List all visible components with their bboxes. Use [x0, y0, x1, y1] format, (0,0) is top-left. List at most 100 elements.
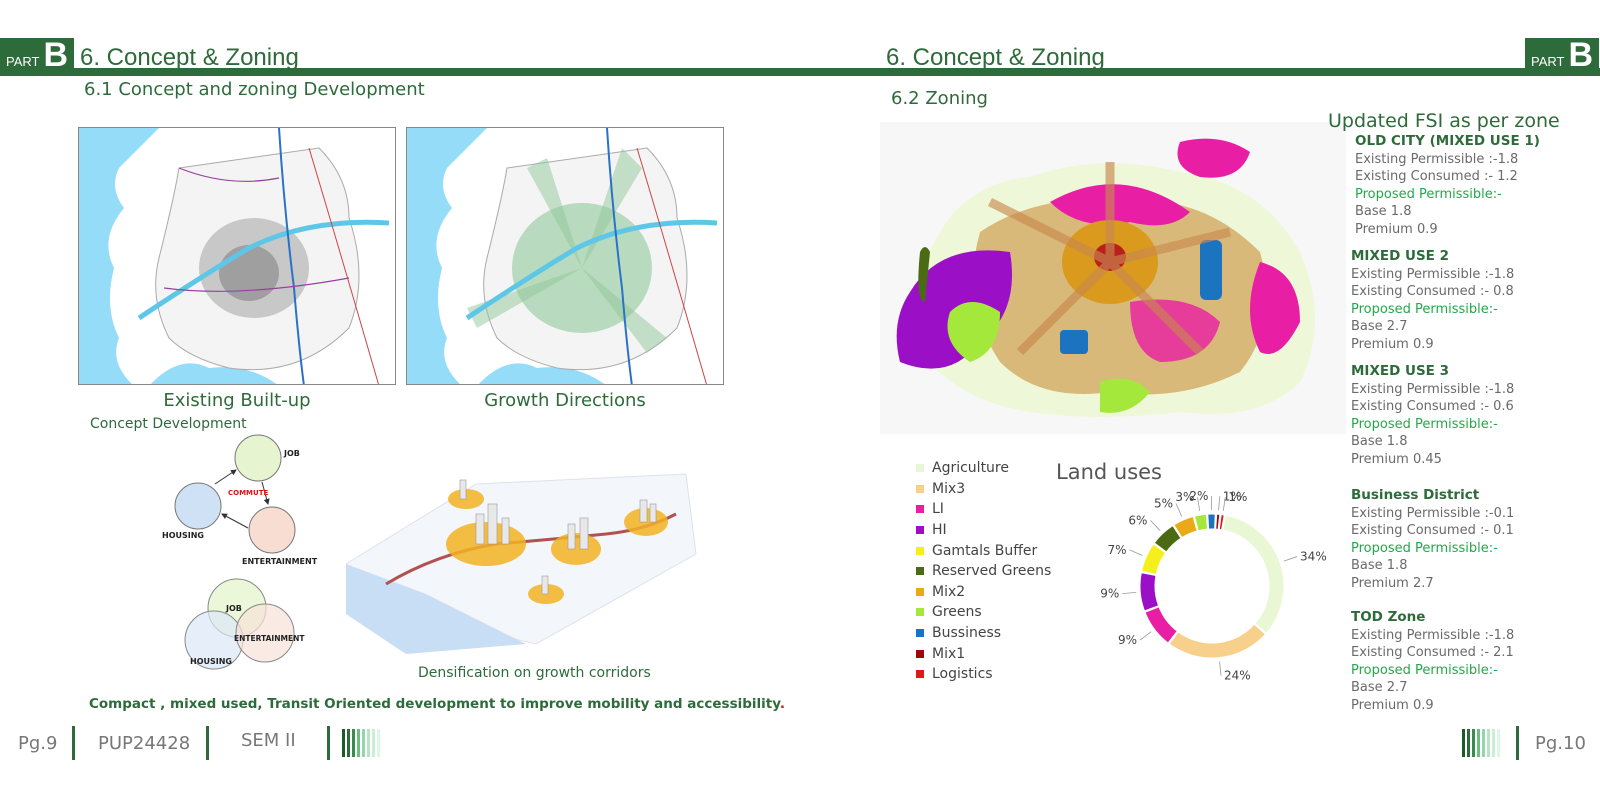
zone-premium: Premium 0.9: [1355, 221, 1438, 237]
legend-label: Bussiness: [932, 625, 1002, 642]
zone-name: MIXED USE 3: [1351, 363, 1449, 379]
legend-label: Gamtals Buffer: [932, 542, 1038, 559]
zone-premium: Premium 2.7: [1351, 575, 1434, 591]
zone-name: MIXED USE 2: [1351, 248, 1449, 264]
zone-name: TOD Zone: [1351, 609, 1426, 625]
legend-swatch: [916, 629, 924, 638]
donut-value-label: 34%: [1300, 550, 1327, 564]
land-use-donut-chart: 34%24%9%9%7%6%5% 3%2% 1%1%: [1100, 489, 1327, 680]
zone-mixed-use-3: MIXED USE 3 Existing Permissible :-1.8 E…: [1351, 363, 1514, 468]
zone-mixed-use-2: MIXED USE 2 Existing Permissible :-1.8 E…: [1351, 248, 1514, 353]
donut-leader-line: [1122, 592, 1137, 594]
legend-swatch: [916, 649, 924, 658]
legend-item: Greens: [916, 602, 1051, 623]
legend-label: Mix3: [932, 480, 966, 497]
zone-premium: Premium 0.9: [1351, 697, 1434, 713]
concept-diagram-commute: JOB COMMUTE HOUSING ENTERTAINMENT: [162, 434, 318, 566]
donut-leader-line: [1175, 503, 1183, 517]
legend-swatch: [916, 505, 924, 514]
legend-label: Mix2: [932, 583, 966, 600]
venn-housing-label: HOUSING: [190, 657, 232, 666]
zone-existing-permissible: Existing Permissible :-1.8: [1351, 381, 1515, 397]
legend-swatch: [916, 464, 924, 473]
zone-base: Base 1.8: [1351, 558, 1408, 573]
part-label-small: PART: [6, 54, 40, 69]
zone-premium: Premium 0.9: [1351, 336, 1434, 352]
zone-tod: TOD Zone Existing Permissible :-1.8 Exis…: [1351, 609, 1514, 714]
zone-proposed-label: Proposed Permissible:-: [1351, 301, 1498, 317]
concept-statement: Compact , mixed used, Transit Oriented d…: [89, 696, 785, 712]
zone-proposed-label: Proposed Permissible:-: [1355, 186, 1502, 202]
legend-label: Agriculture: [932, 460, 1009, 477]
footer-divider: [206, 726, 209, 760]
part-label-big: B: [43, 36, 69, 74]
densification-axonometric: [346, 473, 697, 654]
section-heading-concept: 6.1 Concept and zoning Development: [84, 79, 425, 100]
legend-item: Agriculture: [916, 458, 1051, 479]
zone-business-district: Business District Existing Permissible :…: [1351, 487, 1514, 592]
zone-existing-consumed: Existing Consumed :- 2.1: [1351, 645, 1514, 660]
concept-statement-text: Compact , mixed used, Transit Oriented d…: [89, 696, 780, 712]
zone-base: Base 1.8: [1355, 204, 1412, 219]
legend-label: Mix1: [932, 645, 966, 662]
map-growth-directions-caption: Growth Directions: [484, 390, 646, 411]
zone-old-city: OLD CITY (MIXED USE 1) Existing Permissi…: [1355, 133, 1540, 238]
statement-dot: .: [779, 696, 785, 712]
footer-divider: [72, 726, 75, 760]
zone-proposed-label: Proposed Permissible:-: [1351, 416, 1498, 432]
page-number-left: Pg.9: [18, 733, 58, 754]
legend-swatch: [916, 608, 924, 617]
zone-existing-consumed: Existing Consumed :- 0.8: [1351, 284, 1514, 299]
legend-label: Logistics: [932, 666, 993, 683]
donut-leader-line: [1283, 556, 1298, 562]
semester-label: SEM II: [241, 730, 296, 751]
donut-leader-line: [1139, 631, 1152, 641]
page-title-right: 6. Concept & Zoning: [886, 44, 1105, 71]
zone-base: Base 2.7: [1351, 319, 1408, 334]
donut-value-label: 6%: [1128, 513, 1147, 527]
zone-existing-consumed: Existing Consumed :- 1.2: [1355, 169, 1518, 184]
zone-proposed-label: Proposed Permissible:-: [1351, 540, 1498, 556]
legend-label: LI: [932, 501, 944, 518]
donut-value-label: 7%: [1108, 543, 1127, 557]
concept-diagram-venn: JOB HOUSING ENTERTAINMENT: [184, 578, 305, 670]
legend-item: Mix2: [916, 582, 1051, 603]
map-existing-built-up-graphic: [79, 128, 390, 384]
fsi-title: Updated FSI as per zone: [1328, 110, 1560, 132]
map-existing-built-up: [78, 127, 396, 385]
zone-existing-permissible: Existing Permissible :-1.8: [1351, 627, 1515, 643]
donut-value-label: 5%: [1154, 496, 1173, 510]
zone-existing-permissible: Existing Permissible :-1.8: [1355, 151, 1519, 167]
zone-base: Base 2.7: [1351, 680, 1408, 695]
part-badge-left: PART B: [0, 36, 75, 76]
densification-caption: Densification on growth corridors: [418, 665, 651, 681]
land-use-legend: Agriculture Mix3 LI HI Gamtals Buffer Reserve…: [916, 458, 1051, 685]
donut-slice: [1144, 606, 1178, 644]
legend-swatch: [916, 670, 924, 679]
donut-leader-line: [1129, 549, 1143, 556]
footer-divider: [1516, 726, 1519, 760]
diagram-job-label: JOB: [283, 449, 300, 458]
diagram-entertainment-label: ENTERTAINMENT: [242, 557, 318, 566]
zone-existing-consumed: Existing Consumed :- 0.1: [1351, 523, 1514, 538]
map-existing-built-up-caption: Existing Built-up: [163, 390, 311, 411]
donut-leader-line: [1219, 661, 1222, 676]
page-number-right: Pg.10: [1535, 733, 1586, 754]
legend-item: Gamtals Buffer: [916, 540, 1051, 561]
venn-entertainment-label: ENTERTAINMENT: [234, 634, 305, 643]
footer-barcode-right: [1462, 729, 1502, 757]
donut-slice: [1207, 513, 1216, 530]
part-label-small: PART: [1531, 54, 1565, 69]
diagram-commute-label: COMMUTE: [228, 489, 268, 497]
legend-swatch: [916, 546, 924, 555]
donut-value-label: 9%: [1118, 633, 1137, 647]
donut-value-label: 24%: [1224, 669, 1251, 680]
donut-leader-line: [1218, 496, 1221, 511]
legend-item: Reserved Greens: [916, 561, 1051, 582]
zone-base: Base 1.8: [1351, 434, 1408, 449]
donut-slice: [1168, 623, 1267, 659]
legend-item: Mix3: [916, 479, 1051, 500]
zone-premium: Premium 0.45: [1351, 451, 1442, 467]
zone-existing-consumed: Existing Consumed :- 0.6: [1351, 399, 1514, 414]
legend-swatch: [916, 587, 924, 596]
